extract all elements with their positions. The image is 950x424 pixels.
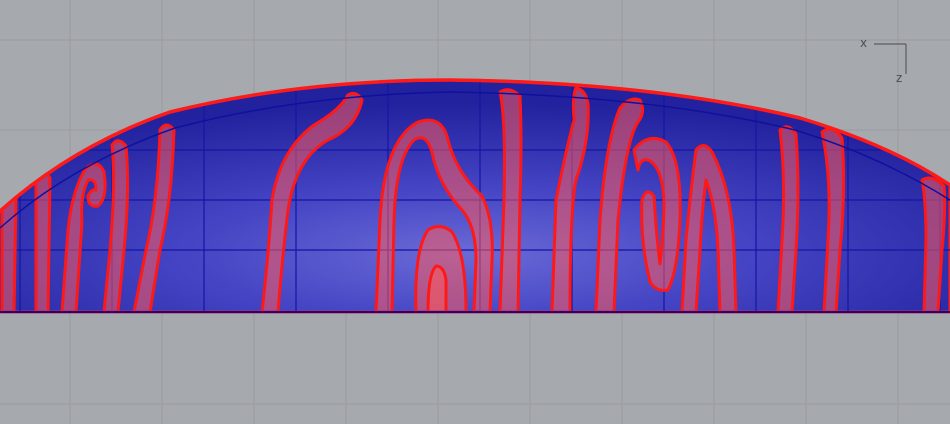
stripe-10 [498,88,523,312]
stripe-9 [426,264,448,312]
axis-gizmo [874,43,907,74]
axis-z-label: z [896,71,903,85]
stripe-1 [0,190,18,312]
axis-x-label: x [860,36,868,50]
dome-model[interactable] [0,60,950,314]
scene-canvas[interactable] [0,0,950,424]
viewport-3d[interactable]: x z [0,0,950,424]
stripe-2 [34,170,52,312]
